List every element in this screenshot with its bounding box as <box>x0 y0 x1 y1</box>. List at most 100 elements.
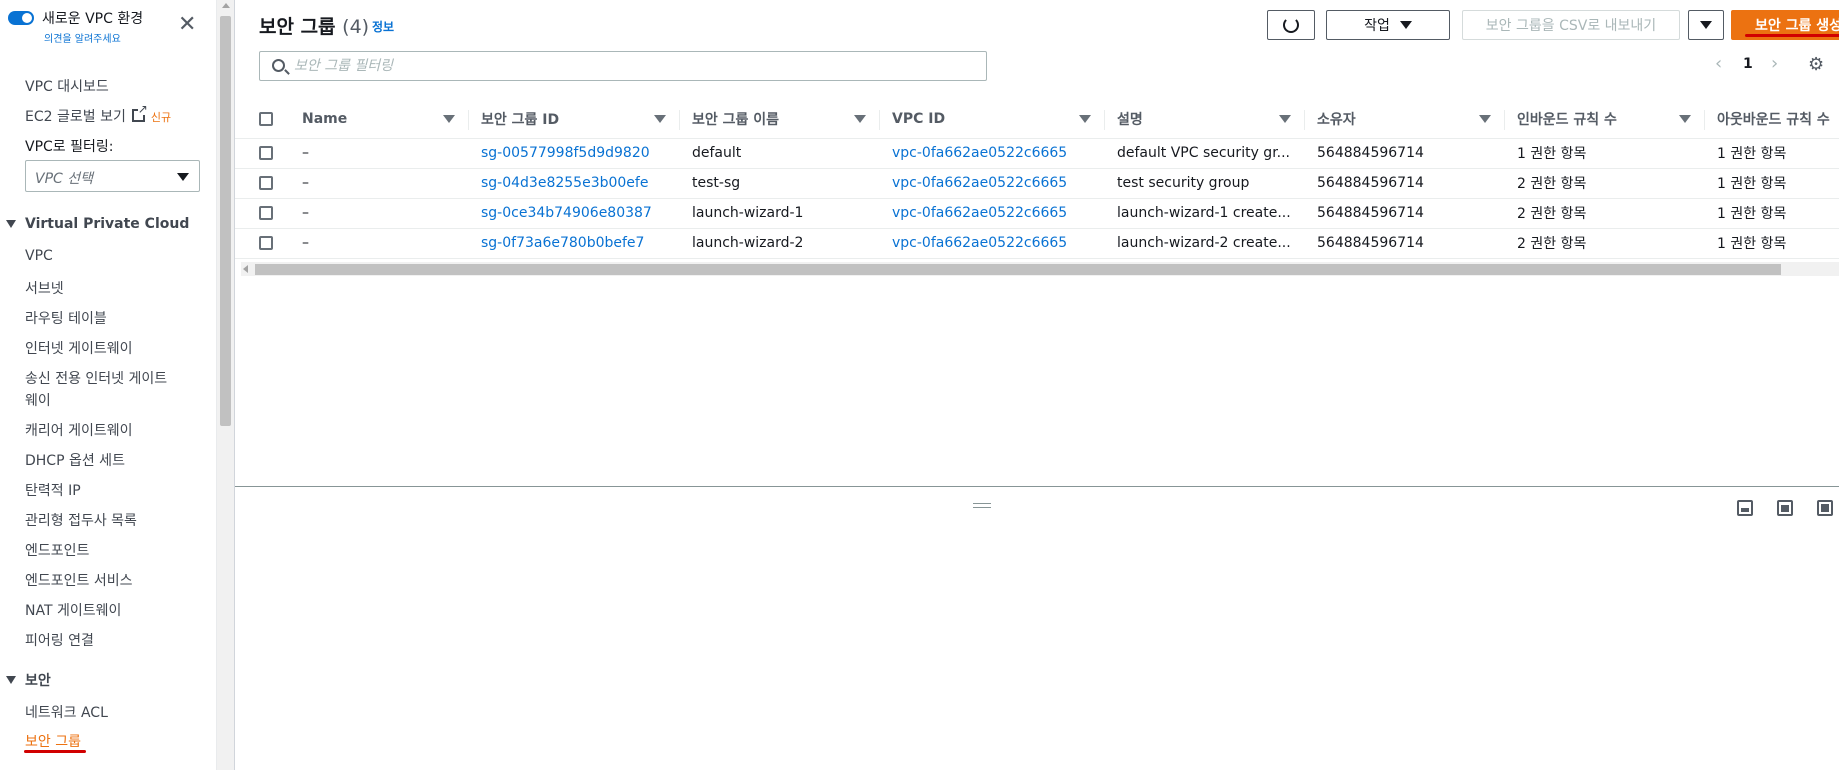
search-input[interactable] <box>294 56 974 76</box>
col-name[interactable]: Name <box>290 100 469 139</box>
nav-elastic-ips[interactable]: 탄력적 IP <box>25 480 81 500</box>
nav-egress-only-igw[interactable]: 송신 전용 인터넷 게이트 <box>25 368 167 388</box>
split-panel-half-icon[interactable] <box>1777 500 1793 516</box>
table-horizontal-scrollbar[interactable] <box>241 262 1839 276</box>
col-vpc-id-label: VPC ID <box>892 110 946 127</box>
new-vpc-experience-toggle-row: 새로운 VPC 환경 의견을 알려주세요 <box>8 8 143 45</box>
cell-inbound: 2 권한 항목 <box>1505 168 1705 199</box>
cell-group-id-link[interactable]: sg-00577998f5d9d9820 <box>469 138 680 169</box>
sort-icon[interactable] <box>1479 115 1491 123</box>
cell-inbound: 2 권한 항목 <box>1505 228 1705 259</box>
cell-vpc-id-link[interactable]: vpc-0fa662ae0522c6665 <box>880 228 1105 259</box>
export-dropdown-button[interactable] <box>1688 10 1724 40</box>
col-description[interactable]: 설명 <box>1105 100 1305 139</box>
sort-icon[interactable] <box>654 115 666 123</box>
page-title-text: 보안 그룹 <box>259 16 336 38</box>
row-checkbox[interactable] <box>259 146 273 160</box>
cell-vpc-id-link[interactable]: vpc-0fa662ae0522c6665 <box>880 168 1105 199</box>
drag-handle-icon[interactable] <box>973 503 991 508</box>
nav-network-acls[interactable]: 네트워크 ACL <box>25 702 108 722</box>
col-group-name[interactable]: 보안 그룹 이름 <box>680 100 880 139</box>
actions-label: 작업 <box>1364 18 1390 34</box>
export-csv-button[interactable]: 보안 그룹을 CSV로 내보내기 <box>1462 10 1680 40</box>
gear-icon[interactable]: ⚙ <box>1808 56 1824 74</box>
page-title-count: (4) <box>342 16 370 38</box>
split-panel-bottom-icon[interactable] <box>1737 500 1753 516</box>
scroll-left-arrow-icon[interactable] <box>243 265 248 273</box>
nav-internet-gateways[interactable]: 인터넷 게이트웨이 <box>25 338 133 358</box>
col-group-id-label: 보안 그룹 ID <box>481 111 560 128</box>
sidebar: 새로운 VPC 환경 의견을 알려주세요 ✕ VPC 대시보드 EC2 글로벌 … <box>0 0 216 770</box>
nav-peering-connections[interactable]: 피어링 연결 <box>25 630 94 650</box>
scroll-up-arrow-icon[interactable] <box>222 3 230 8</box>
cell-owner: 564884596714 <box>1305 138 1505 169</box>
actions-button[interactable]: 작업 <box>1326 10 1450 40</box>
col-inbound-rules[interactable]: 인바운드 규칙 수 <box>1505 100 1705 139</box>
nav-endpoint-services[interactable]: 엔드포인트 서비스 <box>25 570 133 590</box>
cell-vpc-id-link[interactable]: vpc-0fa662ae0522c6665 <box>880 198 1105 229</box>
col-group-id[interactable]: 보안 그룹 ID <box>469 100 680 139</box>
sort-icon[interactable] <box>443 115 455 123</box>
nav-endpoints[interactable]: 엔드포인트 <box>25 540 89 560</box>
sort-icon[interactable] <box>1679 115 1691 123</box>
cell-name: – <box>290 228 469 259</box>
nav-ec2-global-view[interactable]: EC2 글로벌 보기 신규 <box>25 103 171 126</box>
row-checkbox[interactable] <box>259 176 273 190</box>
refresh-button[interactable] <box>1267 10 1315 40</box>
col-outbound-rules[interactable]: 아웃바운드 규칙 수 <box>1705 100 1839 139</box>
feedback-link[interactable]: 의견을 알려주세요 <box>44 30 143 45</box>
section-vpc-label: Virtual Private Cloud <box>25 216 190 232</box>
split-panel-full-icon[interactable] <box>1817 500 1833 516</box>
col-name-label: Name <box>302 110 348 127</box>
close-icon[interactable]: ✕ <box>178 14 196 36</box>
current-page[interactable]: 1 <box>1743 56 1753 72</box>
search-field[interactable] <box>259 51 987 81</box>
sidebar-scrollbar-thumb[interactable] <box>220 16 231 426</box>
cell-vpc-id-link[interactable]: vpc-0fa662ae0522c6665 <box>880 138 1105 169</box>
refresh-icon <box>1283 17 1299 33</box>
toggle-title: 새로운 VPC 환경 <box>42 11 144 27</box>
table-row[interactable]: – sg-04d3e8255e3b00efe test-sg vpc-0fa66… <box>235 168 1839 199</box>
nav-dhcp-option-sets[interactable]: DHCP 옵션 세트 <box>25 450 125 470</box>
cell-outbound: 1 권한 항목 <box>1705 168 1839 199</box>
table-scrollbar-thumb[interactable] <box>255 264 1781 275</box>
cell-owner: 564884596714 <box>1305 198 1505 229</box>
table-row[interactable]: – sg-0ce34b74906e80387 launch-wizard-1 v… <box>235 198 1839 229</box>
nav-vpc-dashboard[interactable]: VPC 대시보드 <box>25 76 109 96</box>
row-checkbox[interactable] <box>259 236 273 250</box>
row-select-cell <box>235 138 290 169</box>
nav-egress-only-igw-cont[interactable]: 웨이 <box>25 390 51 410</box>
row-checkbox[interactable] <box>259 206 273 220</box>
nav-subnets[interactable]: 서브넷 <box>25 278 64 298</box>
cell-group-id-link[interactable]: sg-04d3e8255e3b00efe <box>469 168 680 199</box>
row-select-cell <box>235 168 290 199</box>
col-owner[interactable]: 소유자 <box>1305 100 1505 139</box>
nav-vpc[interactable]: VPC <box>25 248 53 264</box>
nav-nat-gateways[interactable]: NAT 게이트웨이 <box>25 600 121 620</box>
nav-security-groups[interactable]: 보안 그룹 <box>25 731 81 751</box>
cell-group-name: test-sg <box>680 168 880 199</box>
sidebar-scrollbar[interactable] <box>216 0 234 770</box>
next-page-button[interactable]: › <box>1771 53 1778 74</box>
cell-group-id-link[interactable]: sg-0f73a6e780b0befe7 <box>469 228 680 259</box>
select-all-checkbox[interactable] <box>259 111 273 126</box>
cell-name: – <box>290 168 469 199</box>
cell-group-id-link[interactable]: sg-0ce34b74906e80387 <box>469 198 680 229</box>
new-vpc-experience-toggle[interactable] <box>8 11 34 25</box>
prev-page-button[interactable]: ‹ <box>1715 53 1722 74</box>
chevron-down-icon <box>177 173 189 181</box>
vpc-select-dropdown[interactable]: VPC 선택 <box>25 160 200 192</box>
sort-icon[interactable] <box>1079 115 1091 123</box>
info-link[interactable]: 정보 <box>372 18 394 35</box>
nav-carrier-gateways[interactable]: 캐리어 게이트웨이 <box>25 420 133 440</box>
section-virtual-private-cloud[interactable]: Virtual Private Cloud <box>6 216 189 232</box>
nav-managed-prefix-lists[interactable]: 관리형 접두사 목록 <box>25 510 137 530</box>
sort-icon[interactable] <box>854 115 866 123</box>
table-row[interactable]: – sg-00577998f5d9d9820 default vpc-0fa66… <box>235 138 1839 169</box>
col-vpc-id[interactable]: VPC ID <box>880 100 1105 139</box>
table-row[interactable]: – sg-0f73a6e780b0befe7 launch-wizard-2 v… <box>235 228 1839 259</box>
sort-icon[interactable] <box>1279 115 1291 123</box>
nav-route-tables[interactable]: 라우팅 테이블 <box>25 308 107 328</box>
cell-description: test security group <box>1105 168 1305 199</box>
section-security[interactable]: 보안 <box>6 670 51 690</box>
